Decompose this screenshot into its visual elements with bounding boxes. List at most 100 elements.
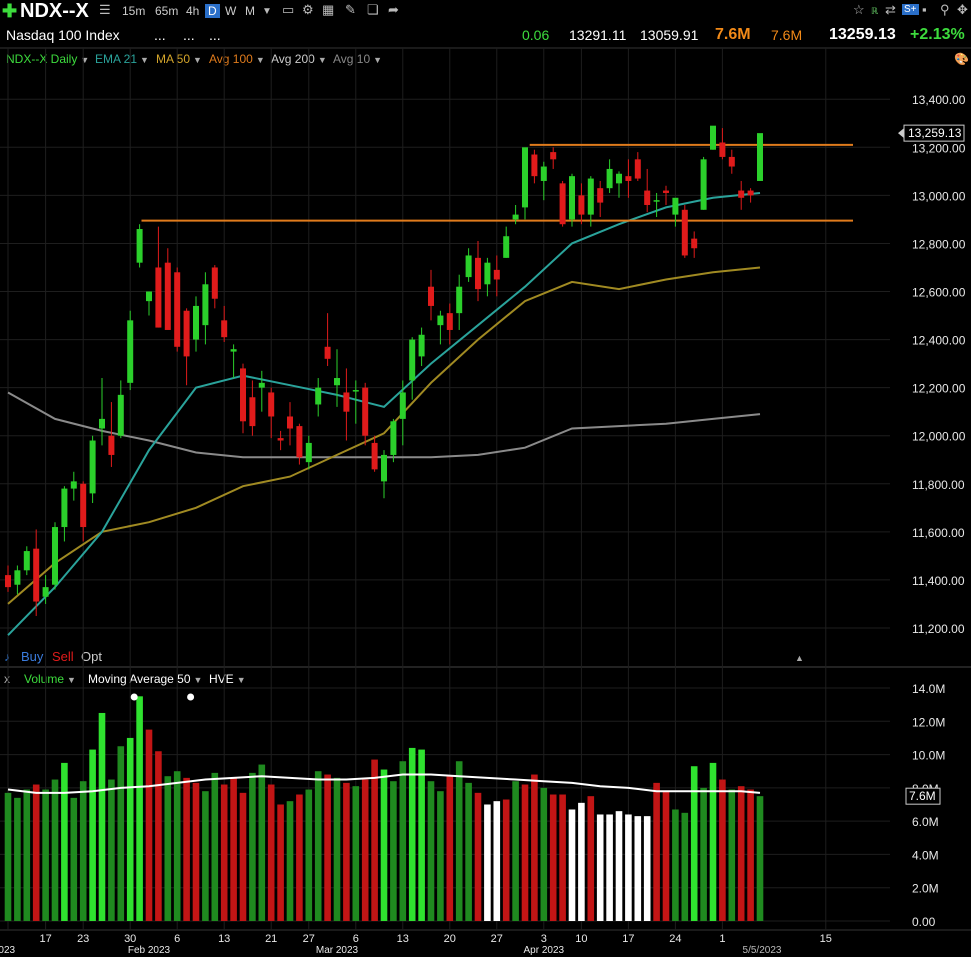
candle-body	[663, 190, 669, 193]
volume-bar	[399, 761, 407, 921]
volume-bar	[606, 814, 613, 921]
candle-body	[672, 197, 679, 215]
volume-bar	[493, 801, 501, 921]
candle-body	[446, 313, 453, 330]
price-tick-label: 12,000.00	[912, 430, 966, 444]
volume-bar	[333, 777, 341, 921]
volume-bar	[4, 792, 12, 921]
price-tick-label: 11,800.00	[912, 478, 965, 492]
volume-bar	[230, 777, 237, 921]
volume-bar	[202, 791, 209, 921]
candle-body	[287, 416, 293, 429]
candle-body	[409, 339, 416, 381]
price-chart[interactable]: 13,400.00 13,200.00 13,000.00 12,800.00 12,6…	[0, 0, 971, 957]
volume-tick-label: 10.0M	[912, 749, 945, 763]
volume-bar	[549, 794, 557, 921]
candle-body	[183, 310, 190, 357]
volume-bar	[690, 766, 698, 921]
x-tick-label: Apr 2023	[524, 945, 565, 956]
candle-body	[597, 188, 604, 203]
volume-bar	[211, 772, 219, 921]
volume-bar	[474, 792, 482, 921]
volume-bar	[540, 787, 548, 921]
volume-bar	[587, 796, 595, 921]
price-tick-label: 11,600.00	[912, 526, 965, 540]
volume-bar	[286, 801, 294, 921]
volume-bar	[305, 789, 313, 921]
candle-body	[127, 320, 134, 383]
candle-body	[484, 262, 491, 285]
x-tick-label: 6	[353, 933, 359, 945]
candle-body	[89, 440, 96, 494]
candle-body	[569, 176, 575, 220]
volume-bar	[23, 789, 31, 921]
candle-body	[174, 272, 181, 347]
x-tick-label: 17	[622, 933, 634, 945]
volume-tick-label: 14.0M	[912, 682, 945, 696]
volume-bar	[51, 779, 59, 921]
candle-body	[371, 442, 378, 470]
candle-body	[70, 481, 77, 489]
x-tick-label: 5/5/2023	[743, 945, 782, 956]
volume-bar	[625, 814, 632, 921]
volume-bar	[296, 794, 303, 921]
candle-body	[493, 269, 500, 280]
candle-body	[362, 387, 369, 436]
candle-body	[550, 152, 557, 160]
candle-body	[512, 214, 519, 220]
volume-bar	[747, 789, 754, 921]
candle-body	[193, 305, 199, 340]
candle-body	[531, 154, 538, 177]
x-tick-label: 13	[218, 933, 230, 945]
volume-bar	[578, 802, 585, 921]
candle-body	[240, 368, 246, 422]
volume-bar	[249, 772, 256, 921]
x-tick-label: 2023	[0, 945, 16, 956]
candle-body	[747, 190, 754, 196]
candle-body	[277, 438, 284, 441]
volume-bar	[653, 782, 660, 921]
candle-body	[475, 257, 481, 290]
last-price-tag-label: 13,259.13	[908, 126, 962, 140]
candle-body	[164, 262, 171, 330]
volume-bar	[484, 804, 491, 921]
volume-bar	[643, 816, 651, 921]
volume-bar	[672, 809, 679, 921]
volume-bar	[596, 814, 604, 921]
volume-bar	[512, 781, 519, 921]
volume-bar	[352, 786, 360, 921]
volume-bar	[98, 712, 106, 921]
volume-bar	[728, 789, 736, 921]
candle-body	[728, 156, 735, 167]
price-tick-label: 12,600.00	[912, 286, 966, 300]
candle-body	[249, 397, 256, 427]
volume-bar	[192, 782, 200, 921]
volume-bar	[343, 782, 350, 921]
volume-bar	[737, 786, 745, 921]
x-tick-label: 30	[124, 933, 136, 945]
price-tick-label: 13,000.00	[912, 189, 966, 203]
volume-bar	[465, 782, 472, 921]
candle-body	[644, 190, 651, 205]
candle-body	[324, 346, 331, 359]
volume-bar	[681, 812, 689, 921]
candle-body	[5, 575, 11, 588]
volume-tick-label: 4.0M	[912, 848, 939, 862]
volume-bar	[117, 746, 125, 921]
x-tick-label: 6	[174, 933, 180, 945]
price-tick-label: 13,400.00	[912, 93, 966, 107]
volume-bar	[446, 776, 454, 921]
volume-bar	[89, 749, 96, 921]
candle-body	[625, 176, 632, 181]
volume-bar	[390, 781, 397, 921]
candle-body	[99, 418, 105, 429]
x-tick-label: 23	[77, 933, 89, 945]
volume-bar	[502, 799, 510, 921]
x-tick-label: Feb 2023	[128, 945, 171, 956]
candle-body	[587, 178, 594, 215]
volume-bar	[634, 816, 642, 921]
candle-body	[719, 142, 726, 157]
candle-body	[437, 315, 444, 326]
volume-bar	[126, 737, 134, 921]
volume-bar	[14, 797, 21, 921]
